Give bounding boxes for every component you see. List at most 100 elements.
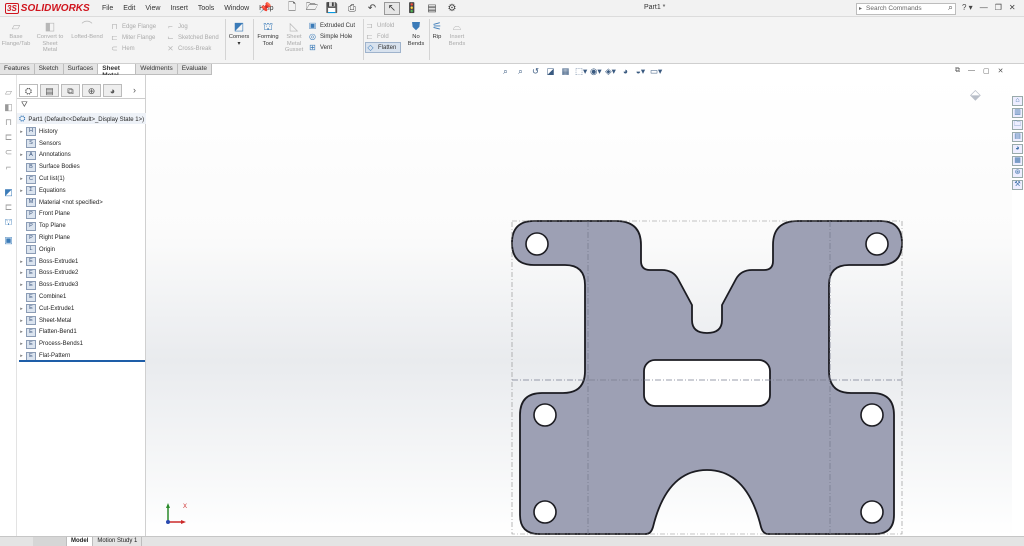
file-explorer-icon[interactable]: 🗀 [1012, 120, 1023, 130]
flatten-button[interactable]: ◇ Flatten [365, 42, 402, 53]
tree-node[interactable]: P Top Plane [17, 220, 146, 232]
menu-insert[interactable]: Insert [165, 5, 193, 12]
zoom-to-area-icon[interactable]: ⌕ [515, 66, 526, 77]
tree-node[interactable]: ▸ E Boss-Extrude1 [17, 256, 146, 268]
open-icon[interactable]: 🗁 [304, 2, 320, 15]
expand-arrow-icon[interactable]: ▸ [17, 318, 26, 324]
dynamic-annotation-icon[interactable]: ▦ [560, 66, 571, 77]
configuration-manager-tab-icon[interactable]: ⧉ [61, 84, 80, 97]
tree-node[interactable]: ▸ H History [17, 126, 146, 138]
menu-window[interactable]: Window [219, 5, 254, 12]
mounting-hole[interactable] [860, 403, 884, 427]
miter-flange-button[interactable]: ⊏ Miter Flange [110, 32, 156, 43]
mounting-hole[interactable] [533, 500, 557, 524]
hem-button[interactable]: ⊂ Hem [110, 43, 156, 54]
expand-arrow-icon[interactable]: ▸ [17, 353, 26, 359]
tree-node[interactable]: ▸ E Flatten-Bend1 [17, 327, 146, 339]
tree-node[interactable]: M Material <not specified> [17, 197, 146, 209]
hem-icon[interactable]: ⊂ [3, 147, 14, 158]
display-manager-tab-icon[interactable]: ◕ [103, 84, 122, 97]
search-icon[interactable]: ⌕ [948, 2, 953, 12]
rollback-bar[interactable] [19, 360, 145, 362]
hide-show-items-icon[interactable]: ◈▾ [605, 66, 616, 77]
sketched-bend-button[interactable]: ⌙ Sketched Bend [166, 32, 219, 43]
options-gear-icon[interactable]: ⚙ [444, 2, 460, 15]
viewport-restore-icon[interactable]: ⧉ [955, 67, 960, 75]
section-view-icon[interactable]: ◪ [545, 66, 556, 77]
insert-bends-button[interactable]: ⌓ Insert Bends [446, 21, 468, 47]
forming-tool-icon[interactable]: ⛫ [3, 217, 14, 228]
convert-to-sheet-metal-button[interactable]: ◧ Convert to Sheet Metal [36, 21, 64, 54]
tree-node[interactable]: ▸ E Boss-Extrude2 [17, 268, 146, 280]
view-palette-icon[interactable]: ▤ [1012, 132, 1023, 142]
sheet-metal-gusset-button[interactable]: ◺ Sheet Metal Gusset [282, 21, 306, 54]
tree-node[interactable]: ▸ E Sheet-Metal [17, 315, 146, 327]
restore-icon[interactable]: ❐ [995, 3, 1002, 12]
save-icon[interactable]: 💾 [324, 2, 340, 15]
rip-button[interactable]: ⚟ Rip [430, 21, 444, 41]
mounting-hole[interactable] [860, 500, 884, 524]
close-icon[interactable]: ✕ [1009, 3, 1016, 12]
expand-arrow-icon[interactable]: ▸ [17, 188, 26, 194]
expand-arrow-icon[interactable]: ▸ [17, 270, 26, 276]
toolbox-icon[interactable]: ⚒ [1012, 180, 1023, 190]
search-dropdown-icon[interactable]: ▸ [859, 4, 862, 14]
fold-icon[interactable]: ⊏ [3, 202, 14, 213]
viewport-minimize-icon[interactable]: — [968, 67, 975, 75]
expand-arrow-icon[interactable]: ▸ [17, 152, 26, 158]
zoom-to-fit-icon[interactable]: ⌕ [500, 66, 511, 77]
apply-scene-icon[interactable]: ◒▾ [635, 66, 646, 77]
lofted-bend-button[interactable]: ⌒ Lofted-Bend [68, 21, 106, 41]
design-library-icon[interactable]: ▥ [1012, 108, 1023, 118]
new-document-icon[interactable]: 🗋 [284, 2, 300, 15]
expand-arrow-icon[interactable]: ▸ [17, 329, 26, 335]
pin-menu-icon[interactable]: 📌 [259, 3, 271, 14]
tree-root-part[interactable]: ⛭ Part1 (Default<<Default>_Display State … [17, 113, 146, 124]
miter-flange-icon[interactable]: ⊏ [3, 132, 14, 143]
viewport-close-icon[interactable]: ✕ [998, 67, 1004, 75]
menu-file[interactable]: File [97, 5, 118, 12]
flat-pattern-part[interactable] [511, 215, 907, 539]
base-flange-icon[interactable]: ▱ [3, 87, 14, 98]
tree-node[interactable]: L Origin [17, 244, 146, 256]
tree-node[interactable]: P Front Plane [17, 209, 146, 221]
simple-hole-button[interactable]: ◎ Simple Hole [308, 31, 355, 42]
edge-flange-button[interactable]: ⊓ Edge Flange [110, 21, 156, 32]
menu-tools[interactable]: Tools [193, 5, 219, 12]
mounting-hole[interactable] [533, 403, 557, 427]
expand-arrow-icon[interactable]: ▸ [17, 306, 26, 312]
tree-node[interactable]: ▸ E Process-Bends1 [17, 338, 146, 350]
forum-icon[interactable]: ⊛ [1012, 168, 1023, 178]
corners-dropdown-icon[interactable]: ▾ [237, 41, 240, 48]
viewport-maximize-icon[interactable]: ▢ [983, 67, 990, 75]
jog-icon[interactable]: ⌐ [3, 162, 14, 173]
select-arrow-icon[interactable]: ↖ [384, 2, 400, 15]
search-commands-input[interactable]: ▸ Search Commands ⌕ [856, 2, 956, 15]
extruded-cut-icon[interactable]: ▣ [3, 235, 14, 246]
tree-node[interactable]: S Sensors [17, 138, 146, 150]
tree-node[interactable]: ▸ C Cut list(1) [17, 173, 146, 185]
tab-sheet-metal[interactable]: Sheet Metal [98, 64, 137, 79]
tree-node[interactable]: ▸ E Boss-Extrude3 [17, 279, 146, 291]
view-cube-icon[interactable]: ⬙ [970, 86, 981, 103]
tree-node[interactable]: ▸ E Cut-Extrude1 [17, 303, 146, 315]
view-settings-icon[interactable]: ▭▾ [650, 66, 662, 77]
vent-button[interactable]: ⊞ Vent [308, 42, 355, 53]
undo-icon[interactable]: ↶ [364, 2, 380, 15]
feature-manager-tab-icon[interactable]: ⛭ [19, 84, 38, 97]
tree-node[interactable]: P Right Plane [17, 232, 146, 244]
help-dropdown-icon[interactable]: ? ▾ [962, 3, 973, 12]
tab-scroll-area[interactable] [33, 537, 67, 546]
tab-model[interactable]: Model [67, 537, 94, 546]
menu-view[interactable]: View [140, 5, 165, 12]
display-style-icon[interactable]: ◉▾ [590, 66, 602, 77]
unfold-button[interactable]: ⊐ Unfold [365, 20, 401, 31]
file-properties-icon[interactable]: ▤ [424, 2, 440, 15]
tab-evaluate[interactable]: Evaluate [178, 64, 212, 74]
tree-node[interactable]: E Combine1 [17, 291, 146, 303]
mounting-hole[interactable] [525, 232, 549, 256]
center-slot-cutout[interactable] [643, 359, 771, 407]
edit-appearance-icon[interactable]: ◕ [620, 66, 631, 77]
tree-node[interactable]: B Surface Bodies [17, 161, 146, 173]
convert-icon[interactable]: ◧ [3, 102, 14, 113]
